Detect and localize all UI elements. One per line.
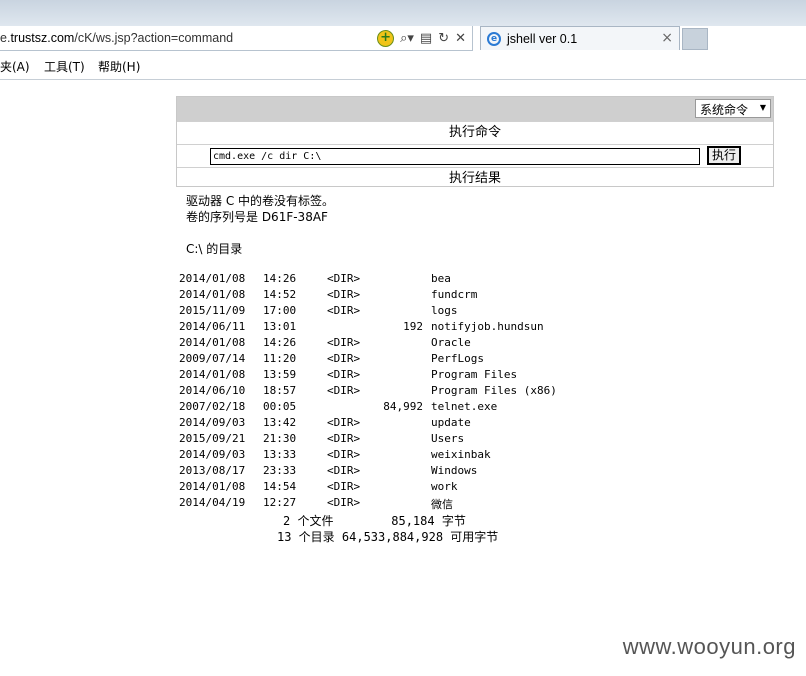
menu-favorites[interactable]: 夹(A) [0,58,30,75]
entry-type: <DIR> [327,336,361,349]
command-row: cmd.exe /c dir C:\ 执行 [177,144,773,167]
serial-line: 卷的序列号是 D61F-38AF [186,210,328,224]
entry-name: PerfLogs [431,352,484,365]
command-panel: 系统命令 ▼ 执行命令 cmd.exe /c dir C:\ 执行 执行结果 [176,96,774,187]
entry-name: notifyjob.hundsun [431,320,544,333]
files-summary: 2 个文件 85,184 字节 [283,514,466,528]
entry-type: <DIR> [327,496,361,509]
entry-time: 17:00 [263,304,297,317]
entry-name: Oracle [431,336,471,349]
watermark: www.wooyun.org [622,634,796,659]
entry-time: 12:27 [263,496,297,509]
entry-time: 18:57 [263,384,297,397]
entry-date: 2014/01/08 [179,480,246,493]
entry-time: 13:59 [263,368,297,381]
entry-date: 2014/09/03 [179,416,246,429]
entry-name: work [431,480,458,493]
tab-jshell[interactable]: e jshell ver 0.1 × [480,26,680,50]
entry-type: <DIR> [327,464,361,477]
volume-label-line: 驱动器 C 中的卷没有标签。 [186,194,335,208]
exec-command-header: 执行命令 [177,121,773,144]
entry-type: <DIR> [327,288,361,301]
entry-type: <DIR> [327,432,361,445]
new-tab-button[interactable] [682,28,708,50]
entry-date: 2007/02/18 [179,400,246,413]
entry-date: 2015/11/09 [179,304,246,317]
panel-header: 系统命令 ▼ [177,97,773,121]
address-url[interactable]: e.trustsz.com/cK/ws.jsp?action=command [0,31,233,45]
entry-type: <DIR> [327,272,361,285]
entry-time: 14:54 [263,480,297,493]
tab-title: jshell ver 0.1 [507,32,578,46]
entry-time: 14:26 [263,272,297,285]
entry-time: 21:30 [263,432,297,445]
entry-name: update [431,416,471,429]
entry-date: 2014/01/08 [179,368,246,381]
entry-date: 2014/01/08 [179,288,246,301]
entry-date: 2014/01/08 [179,272,246,285]
mode-select[interactable]: 系统命令 ▼ [695,99,771,118]
entry-type: <DIR> [327,416,361,429]
search-icon[interactable]: ⌕▾ [400,31,414,47]
entry-time: 14:52 [263,288,297,301]
entry-type: <DIR> [327,384,361,397]
compat-view-icon[interactable]: ▤ [420,31,432,47]
dirs-summary: 13 个目录 64,533,884,928 可用字节 [277,530,499,544]
refresh-icon[interactable]: ↻ [438,31,449,47]
entry-size: 192 [403,320,423,333]
menu-bar: 夹(A) 工具(T) 帮助(H) [0,51,806,80]
dropdown-arrow-icon: ▼ [759,103,766,112]
command-input[interactable]: cmd.exe /c dir C:\ [210,148,700,165]
entry-name: Windows [431,464,478,477]
entry-size: 84,992 [383,400,423,413]
entry-time: 14:26 [263,336,297,349]
entry-name: 微信 [431,498,453,511]
ie-icon: e [487,32,501,46]
entry-type: <DIR> [327,304,361,317]
entry-type: <DIR> [327,368,361,381]
entry-time: 11:20 [263,352,297,365]
entry-name: telnet.exe [431,400,498,413]
menu-tools[interactable]: 工具(T) [44,58,85,75]
entry-date: 2014/04/19 [179,496,246,509]
entry-name: logs [431,304,458,317]
entry-type: <DIR> [327,480,361,493]
entry-time: 13:01 [263,320,297,333]
entry-date: 2015/09/21 [179,432,246,445]
compatibility-icon[interactable]: + [377,30,395,47]
entry-name: weixinbak [431,448,491,461]
entry-time: 13:33 [263,448,297,461]
entry-type: <DIR> [327,352,361,365]
entry-name: Users [431,432,465,445]
entry-time: 00:05 [263,400,297,413]
directory-line: C:\ 的目录 [186,242,243,256]
menu-help[interactable]: 帮助(H) [98,58,140,75]
entry-date: 2014/01/08 [179,336,246,349]
entry-date: 2009/07/14 [179,352,246,365]
execute-button[interactable]: 执行 [707,146,741,165]
browser-top-strip [0,0,806,26]
entry-type: <DIR> [327,448,361,461]
entry-date: 2013/08/17 [179,464,246,477]
entry-date: 2014/06/11 [179,320,246,333]
exec-result-header: 执行结果 [177,167,773,190]
entry-date: 2014/09/03 [179,448,246,461]
entry-name: fundcrm [431,288,478,301]
entry-time: 13:42 [263,416,297,429]
entry-time: 23:33 [263,464,297,477]
address-bar[interactable]: e.trustsz.com/cK/ws.jsp?action=command +… [0,26,473,51]
tab-close-icon[interactable]: × [661,30,673,46]
entry-name: Program Files (x86) [431,384,557,397]
entry-date: 2014/06/10 [179,384,246,397]
close-icon[interactable]: ✕ [455,31,466,47]
entry-name: bea [431,272,451,285]
entry-name: Program Files [431,368,518,381]
